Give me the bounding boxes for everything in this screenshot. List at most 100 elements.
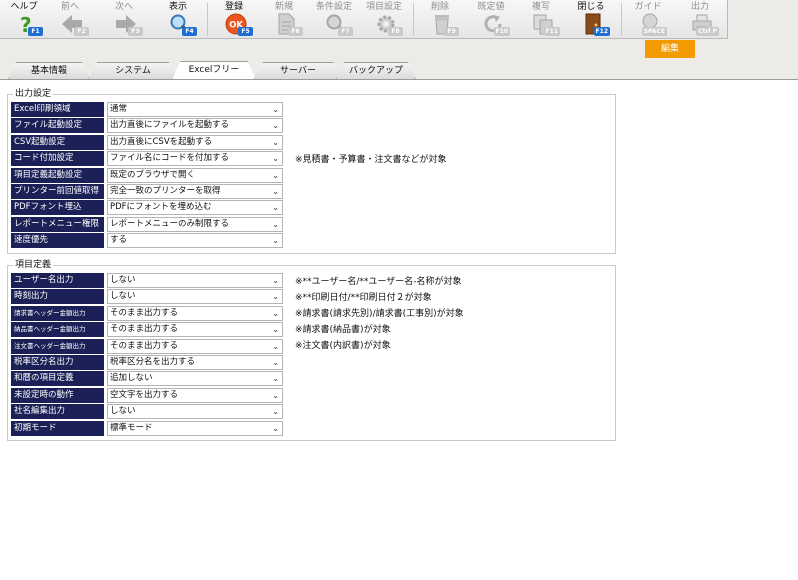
item-note-4: ※請求書(納品書)が対象 bbox=[295, 325, 391, 335]
chevron-down-icon[interactable]: ⌄ bbox=[272, 307, 279, 320]
delete-button[interactable]: 削除 F9 bbox=[420, 0, 460, 39]
chevron-down-icon[interactable]: ⌄ bbox=[272, 372, 279, 385]
item-definition-label: 時刻出力 bbox=[11, 289, 104, 305]
item-definition-select[interactable]: そのまま出力する ⌄ bbox=[107, 322, 283, 338]
toolbar: ヘルプ ? F1 前へ F2 次へ F3 表示 F4 登録 OK F5 新規 F… bbox=[0, 0, 728, 39]
output-setting-select[interactable]: 通常 ⌄ bbox=[107, 102, 283, 117]
item-note-2: ※**印刷日付/**印刷日付２が対象 bbox=[295, 293, 432, 303]
f10-key: F10 bbox=[493, 27, 510, 36]
item-note-3: ※請求書(請求先別)/請求書(工事別)が対象 bbox=[295, 309, 464, 319]
f11-key: F11 bbox=[543, 27, 560, 36]
item-definition-select[interactable]: そのまま出力する ⌄ bbox=[107, 305, 283, 321]
item-definition-select[interactable]: しない ⌄ bbox=[107, 273, 283, 288]
chevron-down-icon[interactable]: ⌄ bbox=[272, 169, 279, 182]
chevron-down-icon[interactable]: ⌄ bbox=[272, 323, 279, 336]
tab-basic-info[interactable]: 基本情報 bbox=[8, 62, 90, 79]
chevron-down-icon[interactable]: ⌄ bbox=[272, 422, 279, 435]
output-settings-group: 出力設定 Excel印刷領域 通常 ⌄ ファイル起動設定 出力直後にファイルを起動する ⌄… bbox=[7, 89, 616, 254]
item-definition-select[interactable]: 税率区分名を出力する ⌄ bbox=[107, 355, 283, 370]
next-label: 次へ bbox=[114, 2, 133, 12]
tab-server[interactable]: サーバー bbox=[254, 62, 342, 79]
item-definition-select[interactable]: しない ⌄ bbox=[107, 289, 283, 305]
help-label: ヘルプ bbox=[10, 2, 38, 12]
output-setting-label: レポートメニュー権限 bbox=[11, 216, 104, 232]
new-button[interactable]: 新規 F6 bbox=[264, 0, 304, 39]
item-definition-value: 税率区分名を出力する bbox=[110, 357, 196, 367]
chevron-down-icon[interactable]: ⌄ bbox=[272, 201, 279, 214]
output-setting-select[interactable]: ファイル名にコードを付加する ⌄ bbox=[107, 151, 283, 167]
item-definition-label: 未設定時の動作 bbox=[11, 387, 104, 403]
toolbar-separator bbox=[413, 3, 414, 36]
item-definition-value: しない bbox=[110, 291, 136, 302]
item-definition-label: 注文書ヘッダー金額出力 bbox=[11, 338, 104, 354]
output-setting-select[interactable]: PDFにフォントを埋め込む ⌄ bbox=[107, 200, 283, 216]
output-setting-select[interactable]: する ⌄ bbox=[107, 233, 283, 249]
help-button[interactable]: ヘルプ ? F1 bbox=[4, 0, 44, 39]
chevron-down-icon[interactable]: ⌄ bbox=[272, 136, 279, 149]
guide-button[interactable]: ガイド SPACE bbox=[628, 0, 668, 39]
output-setting-value: 通常 bbox=[110, 104, 128, 114]
tab-backup[interactable]: バックアップ bbox=[336, 62, 416, 79]
item-definition-label: 和暦の項目定義 bbox=[11, 371, 104, 387]
chevron-down-icon[interactable]: ⌄ bbox=[272, 119, 279, 132]
prev-button[interactable]: 前へ F2 bbox=[50, 0, 90, 39]
toolbar-separator bbox=[621, 3, 622, 36]
output-setting-select[interactable]: 出力直後にCSVを起動する ⌄ bbox=[107, 134, 283, 150]
copy-button[interactable]: 複写 F11 bbox=[521, 0, 561, 39]
item-definition-group: 項目定義 ユーザー名出力 しない ⌄ 時刻出力 しない ⌄ 請求書ヘッダー金額出力 そのまま出… bbox=[7, 260, 616, 441]
output-button[interactable]: 出力 Ctrl P bbox=[680, 0, 720, 39]
register-button[interactable]: 登録 OK F5 bbox=[214, 0, 254, 39]
item-definition-label: 初期モード bbox=[11, 420, 104, 436]
item-definition-value: 標準モード bbox=[110, 422, 153, 433]
output-setting-select[interactable]: 出力直後にファイルを起動する ⌄ bbox=[107, 118, 283, 134]
view-button[interactable]: 表示 F4 bbox=[158, 0, 198, 39]
output-setting-select[interactable]: レポートメニューのみ制限する ⌄ bbox=[107, 216, 283, 232]
f3-key: F3 bbox=[128, 27, 143, 36]
chevron-down-icon[interactable]: ⌄ bbox=[272, 103, 279, 116]
item-settings-button[interactable]: 項目設定 F8 bbox=[364, 0, 404, 39]
tab-panel: 出力設定 Excel印刷領域 通常 ⌄ ファイル起動設定 出力直後にファイルを起動する ⌄… bbox=[0, 79, 798, 580]
chevron-down-icon[interactable]: ⌄ bbox=[272, 234, 279, 247]
next-button[interactable]: 次へ F3 bbox=[104, 0, 144, 39]
item-definition-label: ユーザー名出力 bbox=[11, 273, 104, 288]
output-setting-value: レポートメニューのみ制限する bbox=[110, 218, 230, 229]
item-note-5: ※注文書(内訳書)が対象 bbox=[295, 341, 391, 351]
chevron-down-icon[interactable]: ⌄ bbox=[272, 274, 279, 287]
item-definition-select[interactable]: しない ⌄ bbox=[107, 404, 283, 420]
f6-key: F6 bbox=[288, 27, 303, 36]
item-definition-select[interactable]: そのまま出力する ⌄ bbox=[107, 338, 283, 354]
item-definition-value: しない bbox=[110, 275, 136, 285]
chevron-down-icon[interactable]: ⌄ bbox=[272, 185, 279, 198]
output-setting-value: する bbox=[110, 235, 128, 246]
output-setting-select[interactable]: 既定のブラウザで開く ⌄ bbox=[107, 167, 283, 183]
output-setting-select[interactable]: 完全一致のプリンターを取得 ⌄ bbox=[107, 184, 283, 199]
item-definition-label: 社名編集出力 bbox=[11, 404, 104, 420]
chevron-down-icon[interactable]: ⌄ bbox=[272, 389, 279, 402]
close-label: 閉じる bbox=[577, 2, 605, 12]
item-definition-select[interactable]: 空文字を出力する ⌄ bbox=[107, 387, 283, 403]
item-definition-select[interactable]: 標準モード ⌄ bbox=[107, 420, 283, 436]
item-definition-value: そのまま出力する bbox=[110, 307, 179, 318]
chevron-down-icon[interactable]: ⌄ bbox=[272, 340, 279, 353]
chevron-down-icon[interactable]: ⌄ bbox=[272, 218, 279, 231]
tab-system[interactable]: システム bbox=[88, 62, 178, 79]
output-setting-value: 出力直後にCSVを起動する bbox=[110, 136, 213, 147]
view-label: 表示 bbox=[168, 2, 187, 12]
tab-excel-free[interactable]: Excelフリー bbox=[172, 61, 256, 80]
item-definition-select[interactable]: 追加しない ⌄ bbox=[107, 371, 283, 387]
chevron-down-icon[interactable]: ⌄ bbox=[272, 290, 279, 303]
output-setting-label: Excel印刷領域 bbox=[11, 102, 104, 117]
chevron-down-icon[interactable]: ⌄ bbox=[272, 405, 279, 418]
f4-key: F4 bbox=[182, 27, 197, 36]
condition-settings-button[interactable]: 条件設定 F7 bbox=[314, 0, 354, 39]
default-value-label: 既定値 bbox=[477, 2, 505, 12]
close-button[interactable]: 閉じる F12 bbox=[571, 0, 611, 39]
output-label: 出力 bbox=[690, 2, 709, 12]
item-definition-value: 空文字を出力する bbox=[110, 389, 179, 400]
chevron-down-icon[interactable]: ⌄ bbox=[272, 356, 279, 369]
output-setting-value: PDFにフォントを埋め込む bbox=[110, 202, 212, 213]
output-setting-value: ファイル名にコードを付加する bbox=[110, 153, 230, 164]
output-setting-label: PDFフォント埋込 bbox=[11, 200, 104, 216]
default-value-button[interactable]: 既定値 F10 bbox=[471, 0, 511, 39]
chevron-down-icon[interactable]: ⌄ bbox=[272, 152, 279, 165]
